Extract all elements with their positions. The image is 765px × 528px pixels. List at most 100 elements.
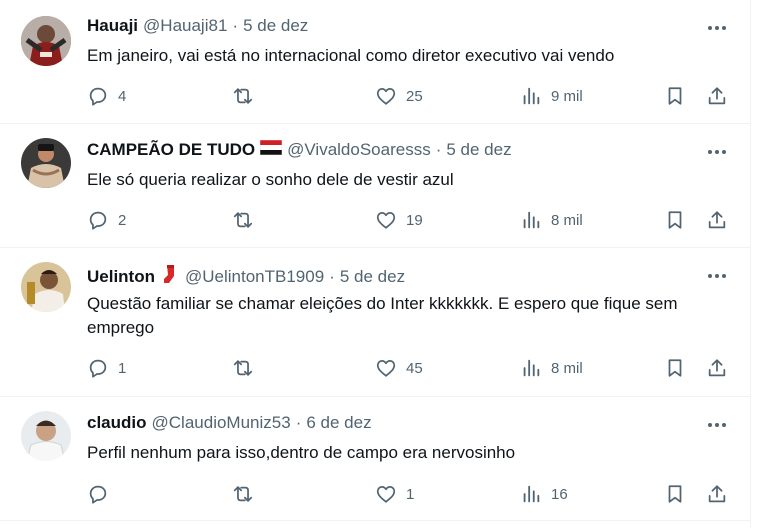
tweet-text: Questão familiar se chamar eleições do I… [87, 294, 678, 337]
views-count: 8 mil [551, 359, 583, 377]
more-icon[interactable] [706, 18, 728, 38]
bookmark-button[interactable] [664, 357, 686, 379]
reply-button[interactable] [87, 483, 118, 505]
tweet-card[interactable]: Uelinton @UelintonTB1909 · 5 de dez Ques… [0, 248, 750, 397]
tweet-card[interactable]: CAMPEÃO DE TUDO @VivaldoSoaresss · 5 de … [0, 124, 750, 248]
views-count: 16 [551, 485, 568, 503]
reply-button[interactable]: 4 [87, 85, 126, 107]
bookmark-icon [668, 87, 682, 105]
like-count: 45 [406, 359, 423, 377]
author-handle[interactable]: @ClaudioMuniz53 [152, 413, 291, 433]
tweet-date[interactable]: 5 de dez [340, 267, 405, 287]
separator-dot: · [295, 413, 302, 432]
tweet-header: CAMPEÃO DE TUDO @VivaldoSoaresss · 5 de … [87, 139, 512, 160]
reply-count: 4 [118, 87, 127, 105]
action-bar: 1 16 [87, 483, 737, 505]
tweet-card[interactable]: Hauaji @Hauaji81 · 5 de dez Em janeiro, … [0, 0, 750, 124]
views-icon [523, 485, 540, 503]
author-handle[interactable]: @VivaldoSoaresss [287, 140, 431, 160]
author-name[interactable]: claudio [87, 413, 147, 433]
like-count: 19 [406, 211, 423, 229]
views-icon [523, 359, 540, 377]
views-count: 8 mil [551, 211, 583, 229]
reply-icon [89, 485, 107, 504]
heart-icon [376, 359, 396, 377]
like-button[interactable]: 1 [375, 483, 414, 505]
bookmark-button[interactable] [664, 209, 686, 231]
action-bar: 1 45 8 mil [87, 357, 737, 379]
separator-dot: · [435, 140, 442, 159]
views-icon [523, 211, 540, 229]
tweet-text: Ele só queria realizar o sonho dele de v… [87, 170, 454, 189]
reply-icon [89, 211, 107, 230]
tweet-card[interactable]: claudio @ClaudioMuniz53 · 6 de dez Perfi… [0, 397, 750, 521]
heart-icon [376, 485, 396, 503]
like-button[interactable]: 45 [375, 357, 423, 379]
avatar[interactable] [21, 138, 71, 188]
reply-icon [89, 359, 107, 378]
more-icon[interactable] [706, 142, 728, 162]
retweet-icon [233, 212, 253, 228]
tweet-header: Hauaji @Hauaji81 · 5 de dez [87, 16, 308, 36]
author-name[interactable]: Hauaji [87, 16, 138, 36]
red-sock-icon [163, 264, 177, 289]
share-button[interactable] [706, 209, 728, 231]
tweet-text: Em janeiro, vai está no internacional co… [87, 46, 615, 65]
tweet-date[interactable]: 5 de dez [243, 16, 308, 36]
share-button[interactable] [706, 85, 728, 107]
separator-dot: · [329, 266, 335, 286]
bookmark-icon [668, 485, 682, 503]
share-button[interactable] [706, 483, 728, 505]
bookmark-icon [668, 359, 682, 377]
heart-icon [376, 211, 396, 229]
like-button[interactable]: 25 [375, 85, 423, 107]
like-count: 1 [406, 485, 415, 503]
views-button[interactable]: 8 mil [520, 209, 583, 231]
action-bar: 4 25 9 mil [87, 85, 737, 107]
bookmark-button[interactable] [664, 85, 686, 107]
retweet-button[interactable] [232, 357, 263, 379]
more-icon[interactable] [706, 266, 728, 286]
views-button[interactable]: 8 mil [520, 357, 583, 379]
share-icon [708, 485, 726, 503]
views-button[interactable]: 16 [520, 483, 568, 505]
retweet-icon [233, 88, 253, 104]
avatar[interactable] [21, 411, 71, 461]
more-icon[interactable] [706, 415, 728, 435]
tweet-header: Uelinton @UelintonTB1909 · 5 de dez [87, 264, 405, 289]
author-name[interactable]: Uelinton [87, 267, 155, 287]
share-icon [708, 87, 726, 105]
share-icon [708, 359, 726, 377]
tweet-header: claudio @ClaudioMuniz53 · 6 de dez [87, 413, 372, 433]
author-handle[interactable]: @UelintonTB1909 [185, 267, 324, 287]
author-name[interactable]: CAMPEÃO DE TUDO [87, 140, 255, 160]
reply-count: 2 [118, 211, 127, 229]
tweet-text: Perfil nenhum para isso,dentro de campo … [87, 443, 516, 462]
action-bar: 2 19 8 mil [87, 209, 737, 231]
retweet-button[interactable] [232, 85, 263, 107]
like-button[interactable]: 19 [375, 209, 423, 231]
retweet-button[interactable] [232, 209, 263, 231]
views-icon [523, 87, 540, 105]
tweet-date[interactable]: 5 de dez [446, 140, 511, 160]
share-icon [708, 211, 726, 229]
views-button[interactable]: 9 mil [520, 85, 583, 107]
separator-dot: · [232, 16, 239, 35]
avatar[interactable] [21, 16, 71, 66]
retweet-icon [233, 360, 253, 376]
author-handle[interactable]: @Hauaji81 [143, 16, 227, 36]
reply-button[interactable]: 2 [87, 209, 126, 231]
tweet-feed: Hauaji @Hauaji81 · 5 de dez Em janeiro, … [0, 0, 751, 528]
tricolor-flag-icon [259, 139, 283, 160]
reply-icon [89, 87, 107, 106]
bookmark-button[interactable] [664, 483, 686, 505]
retweet-button[interactable] [232, 483, 263, 505]
heart-icon [376, 87, 396, 105]
views-count: 9 mil [551, 87, 583, 105]
avatar[interactable] [21, 262, 71, 312]
share-button[interactable] [706, 357, 728, 379]
like-count: 25 [406, 87, 423, 105]
tweet-date[interactable]: 6 de dez [306, 413, 371, 433]
reply-button[interactable]: 1 [87, 357, 126, 379]
bookmark-icon [668, 211, 682, 229]
